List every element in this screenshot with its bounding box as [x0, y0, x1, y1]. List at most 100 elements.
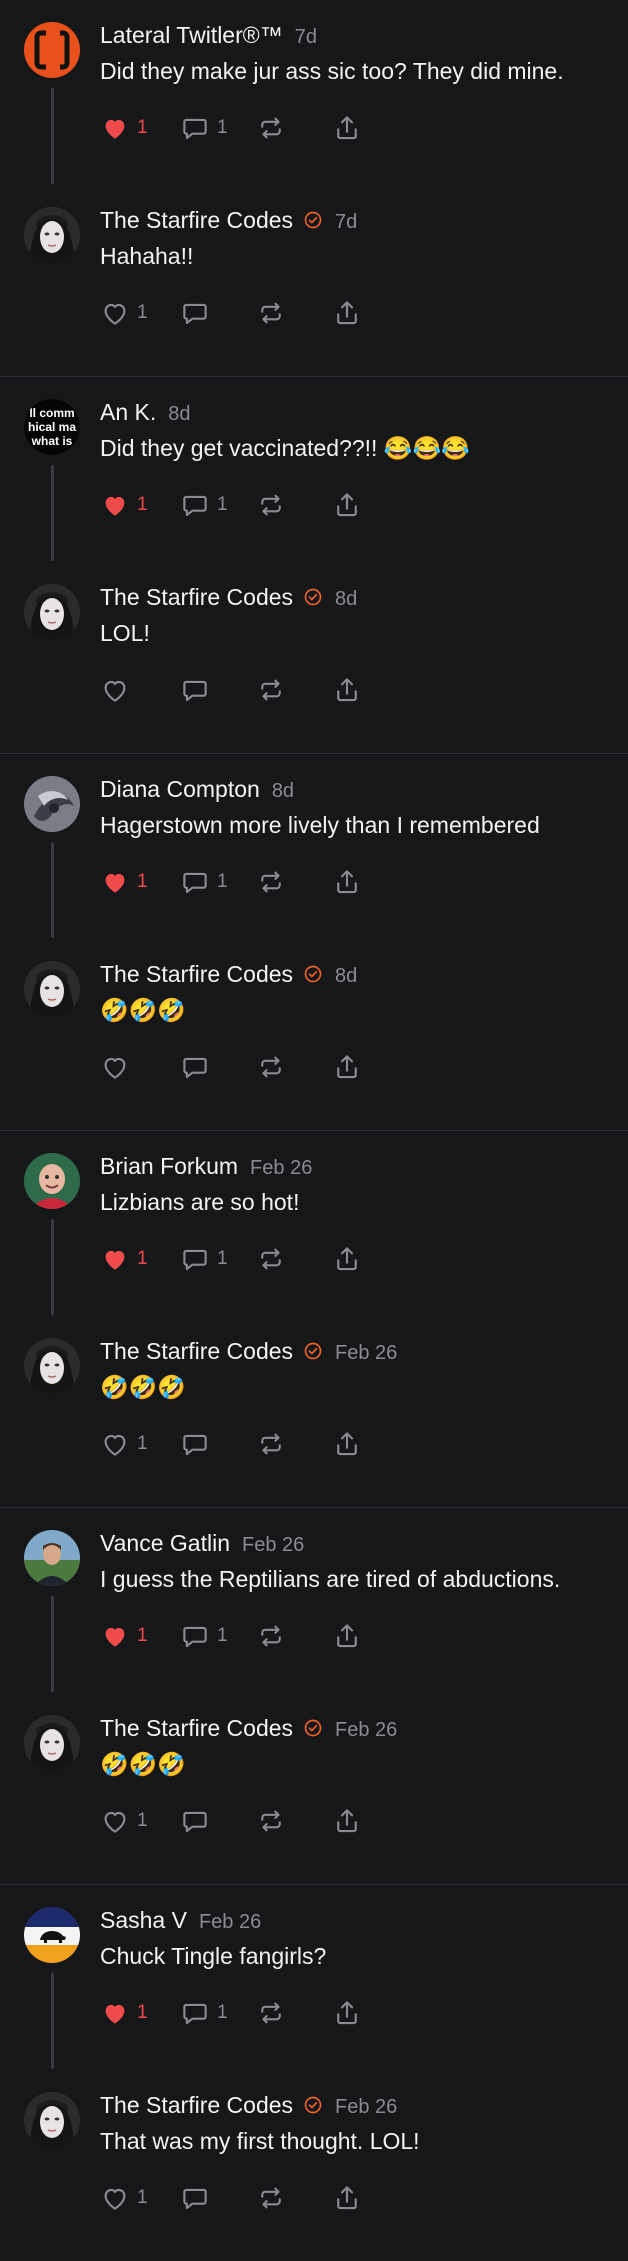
- repost-button[interactable]: [256, 1618, 332, 1654]
- like-button[interactable]: 1: [100, 110, 180, 146]
- timestamp[interactable]: Feb 26: [335, 1719, 397, 1742]
- reply-button[interactable]: 1: [180, 1995, 256, 2031]
- share-button[interactable]: [332, 2180, 362, 2216]
- like-button[interactable]: [100, 672, 180, 708]
- timestamp[interactable]: 8d: [272, 780, 294, 803]
- repost-button[interactable]: [256, 1049, 332, 1085]
- reply-button[interactable]: 1: [180, 110, 256, 146]
- reply-button[interactable]: [180, 1049, 256, 1085]
- timestamp[interactable]: 7d: [335, 211, 357, 234]
- like-button[interactable]: 1: [100, 1803, 180, 1839]
- avatar[interactable]: [24, 776, 80, 832]
- avatar[interactable]: [24, 207, 80, 263]
- timestamp[interactable]: Feb 26: [199, 1911, 261, 1934]
- share-button[interactable]: [332, 1241, 362, 1277]
- heart-filled-icon: [100, 113, 130, 143]
- like-button[interactable]: 1: [100, 1995, 180, 2031]
- repost-button[interactable]: [256, 2180, 332, 2216]
- author-name[interactable]: Diana Compton: [100, 776, 260, 803]
- like-button[interactable]: 1: [100, 295, 180, 331]
- author-name[interactable]: Brian Forkum: [100, 1153, 238, 1180]
- reply-post[interactable]: Lateral Twitler®™ 7d Did they make jur ass…: [0, 0, 628, 185]
- like-button[interactable]: 1: [100, 2180, 180, 2216]
- reply-button[interactable]: [180, 1803, 256, 1839]
- author-reply-post[interactable]: The Starfire Codes Feb 26 🤣🤣🤣 1: [0, 1316, 628, 1501]
- repost-button[interactable]: [256, 487, 332, 523]
- like-button[interactable]: 1: [100, 487, 180, 523]
- reply-post[interactable]: Diana Compton 8d Hagerstown more lively th…: [0, 754, 628, 939]
- repost-button[interactable]: [256, 295, 332, 331]
- timestamp[interactable]: Feb 26: [335, 1342, 397, 1365]
- author-reply-post[interactable]: The Starfire Codes 8d LOL!: [0, 562, 628, 747]
- author-reply-post[interactable]: The Starfire Codes Feb 26 🤣🤣🤣 1: [0, 1693, 628, 1878]
- reply-post[interactable]: Vance Gatlin Feb 26 I guess the Reptilians…: [0, 1508, 628, 1693]
- author-name[interactable]: Sasha V: [100, 1907, 187, 1934]
- like-button[interactable]: 1: [100, 1618, 180, 1654]
- avatar[interactable]: [24, 1530, 80, 1586]
- reply-post[interactable]: Brian Forkum Feb 26 Lizbians are so hot! 1 1: [0, 1131, 628, 1316]
- reply-button[interactable]: [180, 295, 256, 331]
- avatar[interactable]: ll comm hical ma what is: [24, 399, 80, 455]
- share-button[interactable]: [332, 110, 362, 146]
- repost-button[interactable]: [256, 672, 332, 708]
- repost-button[interactable]: [256, 1995, 332, 2031]
- reply-button[interactable]: [180, 2180, 256, 2216]
- author-name[interactable]: The Starfire Codes: [100, 1715, 293, 1742]
- reply-post[interactable]: Sasha V Feb 26 Chuck Tingle fangirls? 1 1: [0, 1885, 628, 2070]
- author-name[interactable]: The Starfire Codes: [100, 207, 293, 234]
- timestamp[interactable]: 8d: [168, 403, 190, 426]
- author-reply-post[interactable]: The Starfire Codes Feb 26 That was my firs…: [0, 2070, 628, 2255]
- timestamp[interactable]: Feb 26: [335, 2096, 397, 2119]
- timestamp[interactable]: 8d: [335, 588, 357, 611]
- avatar[interactable]: [24, 22, 80, 78]
- avatar[interactable]: [24, 584, 80, 640]
- post-header: Diana Compton 8d: [100, 776, 294, 806]
- timestamp[interactable]: Feb 26: [250, 1157, 312, 1180]
- author-name[interactable]: An K.: [100, 399, 156, 426]
- like-button[interactable]: [100, 1049, 180, 1085]
- timestamp[interactable]: 7d: [295, 26, 317, 49]
- repost-button[interactable]: [256, 110, 332, 146]
- share-button[interactable]: [332, 1049, 362, 1085]
- repost-button[interactable]: [256, 864, 332, 900]
- share-button[interactable]: [332, 1618, 362, 1654]
- reply-button[interactable]: 1: [180, 864, 256, 900]
- share-button[interactable]: [332, 295, 362, 331]
- share-button[interactable]: [332, 672, 362, 708]
- like-button[interactable]: 1: [100, 1241, 180, 1277]
- author-name[interactable]: Lateral Twitler®™: [100, 22, 283, 49]
- share-button[interactable]: [332, 1995, 362, 2031]
- avatar[interactable]: [24, 1907, 80, 1963]
- author-reply-post[interactable]: The Starfire Codes 8d 🤣🤣🤣: [0, 939, 628, 1124]
- avatar[interactable]: [24, 1153, 80, 1209]
- repost-button[interactable]: [256, 1426, 332, 1462]
- reply-button[interactable]: [180, 1426, 256, 1462]
- author-name[interactable]: Vance Gatlin: [100, 1530, 230, 1557]
- reply-button[interactable]: [180, 672, 256, 708]
- share-button[interactable]: [332, 487, 362, 523]
- author-name[interactable]: The Starfire Codes: [100, 2092, 293, 2119]
- like-button[interactable]: 1: [100, 864, 180, 900]
- avatar[interactable]: [24, 2092, 80, 2148]
- reply-post[interactable]: ll comm hical ma what is An K. 8d Did they ge…: [0, 377, 628, 562]
- reply-button[interactable]: 1: [180, 1241, 256, 1277]
- reply-button[interactable]: 1: [180, 487, 256, 523]
- repost-button[interactable]: [256, 1241, 332, 1277]
- avatar[interactable]: [24, 961, 80, 1017]
- share-button[interactable]: [332, 1803, 362, 1839]
- repost-button[interactable]: [256, 1803, 332, 1839]
- like-button[interactable]: 1: [100, 1426, 180, 1462]
- timestamp[interactable]: Feb 26: [242, 1534, 304, 1557]
- avatar[interactable]: [24, 1338, 80, 1394]
- share-button[interactable]: [332, 1426, 362, 1462]
- share-icon: [332, 1052, 362, 1082]
- author-name[interactable]: The Starfire Codes: [100, 961, 293, 988]
- share-button[interactable]: [332, 864, 362, 900]
- author-reply-post[interactable]: The Starfire Codes 7d Hahaha!! 1: [0, 185, 628, 370]
- repost-icon: [256, 1244, 286, 1274]
- author-name[interactable]: The Starfire Codes: [100, 1338, 293, 1365]
- reply-button[interactable]: 1: [180, 1618, 256, 1654]
- timestamp[interactable]: 8d: [335, 965, 357, 988]
- avatar[interactable]: [24, 1715, 80, 1771]
- author-name[interactable]: The Starfire Codes: [100, 584, 293, 611]
